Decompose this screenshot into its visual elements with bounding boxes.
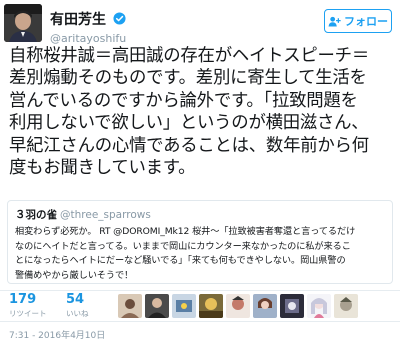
author-avatar[interactable] (4, 4, 42, 42)
tweet-stats: 179 リツイート 54 いいね (0, 290, 400, 322)
tweet-timestamp[interactable]: 7:31 - 2016年4月10日 (9, 328, 105, 341)
like-count: 54 (66, 292, 85, 307)
author-avatar-image (4, 4, 42, 42)
author-username[interactable]: @aritayoshifu (50, 32, 126, 45)
author-name-block: 有田芳生 @aritayoshifu (50, 8, 126, 45)
follow-button-label: フォロー (344, 15, 388, 28)
tweet-header: 有田芳生 @aritayoshifu フォロー (0, 0, 400, 46)
liker-avatar-3[interactable] (172, 294, 196, 318)
liker-avatar-5[interactable] (226, 294, 250, 318)
like-stat[interactable]: 54 いいね (66, 291, 89, 319)
liker-avatar-1[interactable] (118, 294, 142, 318)
retweet-count: 179 (9, 292, 37, 307)
liker-avatar-8[interactable] (307, 294, 331, 318)
quoted-tweet[interactable]: ３羽の雀 @three_sparrows 相変わらず必死か。 RT @DOROMI… (7, 200, 393, 284)
follow-button[interactable]: フォロー (324, 9, 392, 33)
author-display-name[interactable]: 有田芳生 (50, 9, 106, 29)
tweet-text: 自称桜井誠＝高田誠の存在がヘイトスピーチ＝ 差別煽動そのものです。差別に寄生して… (9, 46, 369, 179)
tweet-card: 有田芳生 @aritayoshifu フォロー 自称桜井誠＝高田誠の存在がヘイト… (0, 0, 400, 348)
liker-avatar-9[interactable] (334, 294, 358, 318)
liker-avatars (118, 294, 358, 318)
quoted-tweet-username: @three_sparrows (60, 209, 151, 221)
retweet-label: リツイート (9, 309, 47, 318)
liker-avatar-6[interactable] (253, 294, 277, 318)
verified-badge-icon (113, 12, 126, 25)
liker-avatar-7[interactable] (280, 294, 304, 318)
quoted-tweet-text: 相変わらず必死か。 RT @DOROMI_Mk12 桜井～「拉致被害者奪還と言っ… (15, 226, 356, 281)
follow-person-plus-icon (328, 16, 341, 27)
retweet-stat[interactable]: 179 リツイート (9, 291, 47, 319)
liker-avatar-2[interactable] (145, 294, 169, 318)
quoted-tweet-header: ３羽の雀 @three_sparrows (15, 207, 151, 222)
like-label: いいね (66, 309, 89, 318)
quoted-tweet-display-name: ３羽の雀 (15, 209, 57, 221)
liker-avatar-4[interactable] (199, 294, 223, 318)
